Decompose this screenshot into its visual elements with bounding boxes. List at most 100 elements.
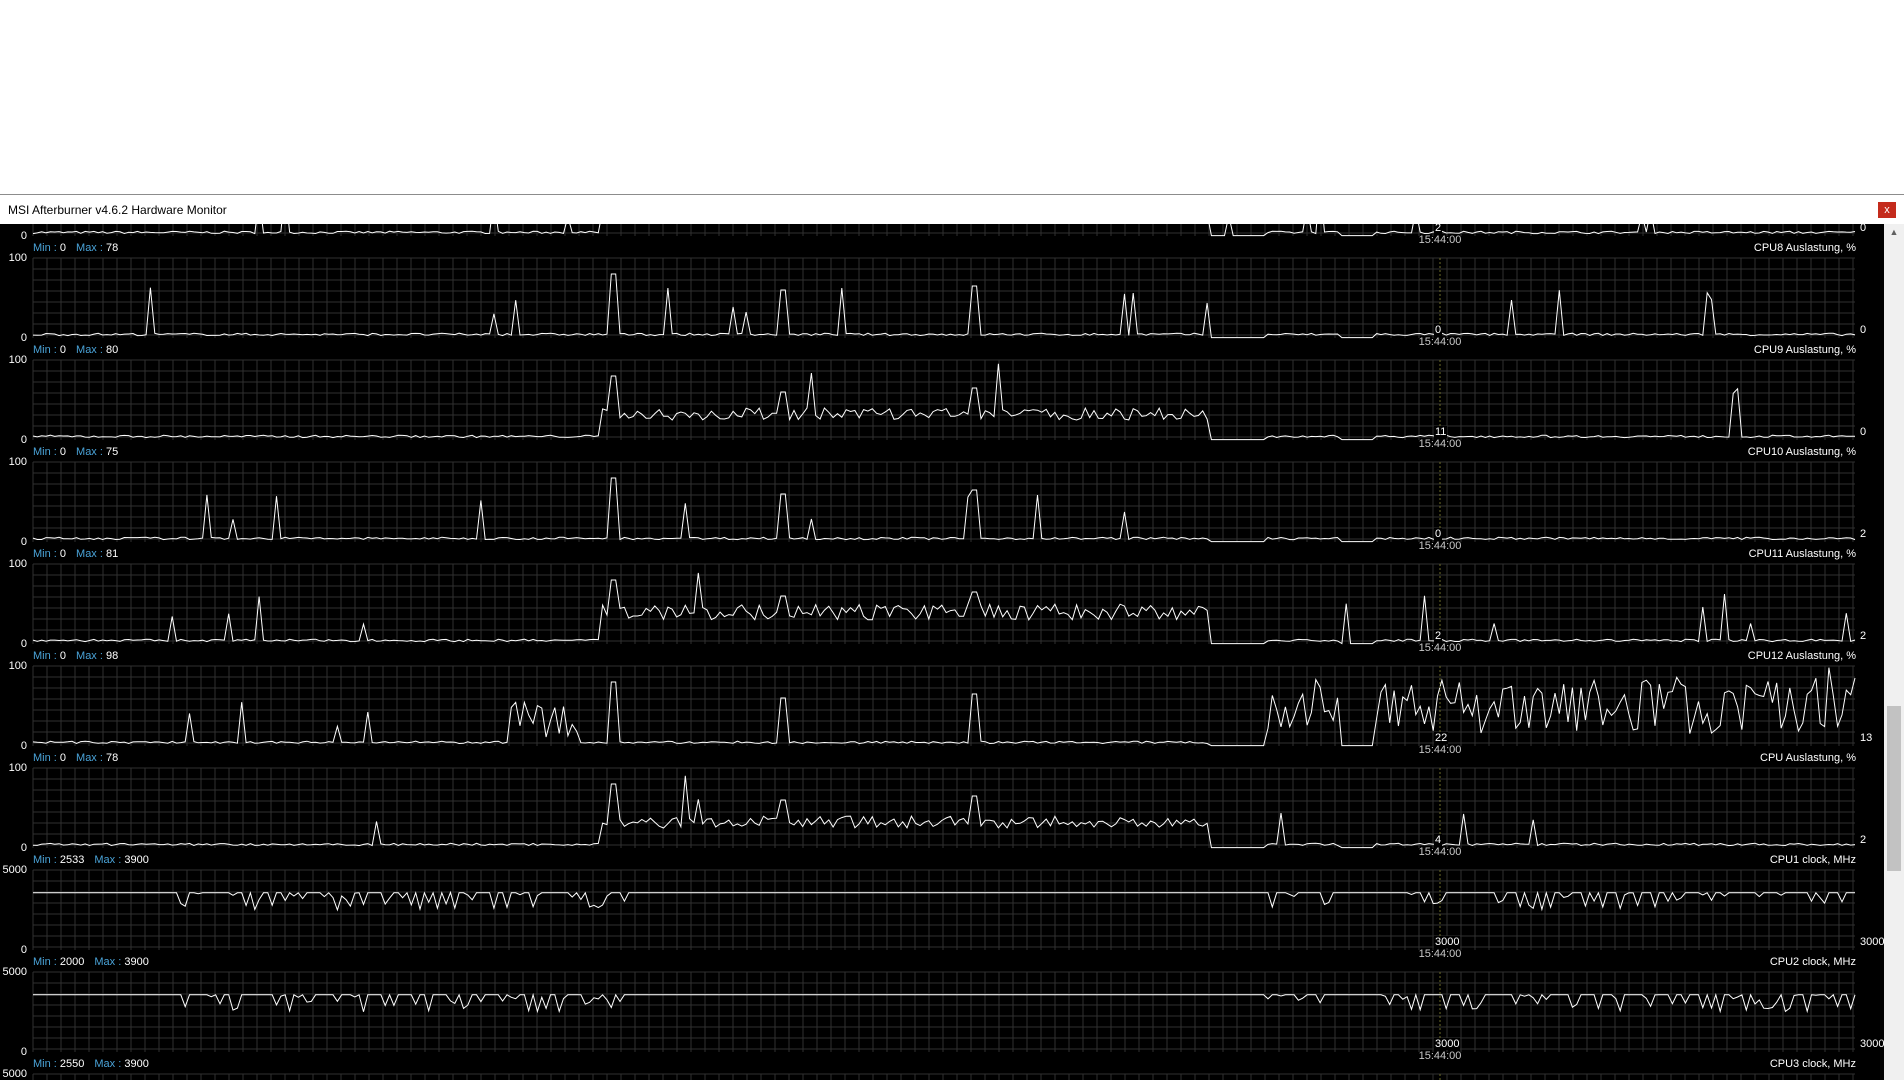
min-max-label: Min : 0 Max : 78: [33, 752, 118, 764]
graph-name: CPU Auslastung, %: [1760, 752, 1856, 764]
max-key: Max :: [94, 956, 125, 968]
current-value: 2: [1860, 834, 1867, 846]
hardware-monitor-window: MSI Afterburner v4.6.2 Hardware Monitor …: [0, 194, 1904, 1080]
cursor-value: 2: [1434, 224, 1443, 234]
axis-min-label: 0: [20, 842, 27, 854]
axis-min-label: 0: [20, 434, 27, 446]
axis-min-label: 0: [20, 1046, 27, 1058]
graph-area[interactable]: 0 0 2 15:44:00 CPU8 Auslastung, % Min : 0 Max …: [0, 224, 1884, 1080]
min-key: Min :: [33, 548, 60, 560]
current-value: 13: [1860, 732, 1873, 744]
time-label: 15:44:00: [1418, 540, 1462, 552]
max-value: 3900: [124, 1058, 149, 1070]
min-value: 0: [59, 548, 67, 560]
current-value: 2: [1860, 528, 1867, 540]
time-label: 15:44:00: [1418, 948, 1462, 960]
current-value: 3000: [1860, 1038, 1884, 1050]
min-value: 0: [59, 344, 67, 356]
axis-max-label: 100: [8, 456, 27, 468]
max-key: Max :: [76, 548, 106, 560]
max-value: 3900: [124, 854, 149, 866]
graph-name: CPU2 clock, MHz: [1769, 956, 1856, 968]
min-max-label: Min : 0 Max : 78: [33, 242, 118, 254]
axis-max-label: 5000: [2, 966, 27, 978]
max-value: 75: [105, 446, 119, 458]
axis-max-label: 100: [8, 252, 27, 264]
time-label: 15:44:00: [1418, 336, 1462, 348]
min-key: Min :: [33, 344, 60, 356]
axis-max-label: 100: [8, 354, 27, 366]
max-key: Max :: [76, 650, 106, 662]
max-key: Max :: [76, 752, 106, 764]
min-value: 0: [59, 242, 67, 254]
min-value: 0: [59, 446, 67, 458]
min-max-label: Min : 2550 Max : 3900: [33, 1058, 149, 1070]
time-label: 15:44:00: [1418, 1050, 1462, 1062]
current-value: 2: [1860, 630, 1867, 642]
title-bar[interactable]: MSI Afterburner v4.6.2 Hardware Monitor …: [0, 194, 1904, 224]
cursor-value: 0: [1434, 528, 1443, 540]
axis-min-label: 0: [20, 536, 27, 548]
series-line: [33, 992, 1856, 1014]
time-label: 15:44:00: [1418, 642, 1462, 654]
min-value: 0: [59, 752, 67, 764]
min-key: Min :: [33, 650, 60, 662]
graph-name: CPU10 Auslastung, %: [1747, 446, 1856, 458]
cursor-value: 2: [1434, 630, 1443, 642]
max-value: 78: [105, 242, 119, 254]
min-key: Min :: [33, 446, 60, 458]
graph-name: CPU12 Auslastung, %: [1747, 650, 1856, 662]
series-line: [32, 273, 1856, 339]
axis-min-label: 0: [20, 944, 27, 956]
cursor-value: 3000: [1434, 936, 1461, 948]
axis-max-label: 5000: [2, 864, 27, 876]
window-title: MSI Afterburner v4.6.2 Hardware Monitor: [8, 203, 227, 217]
min-key: Min :: [33, 854, 60, 866]
series-line: [33, 890, 1855, 912]
min-max-label: Min : 2533 Max : 3900: [33, 854, 149, 866]
scroll-thumb[interactable]: [1887, 706, 1901, 871]
graph-name: CPU8 Auslastung, %: [1753, 242, 1856, 254]
max-key: Max :: [76, 344, 106, 356]
min-value: 2550: [59, 1058, 85, 1070]
series-line: [32, 667, 1856, 747]
time-label: 15:44:00: [1418, 438, 1462, 450]
min-key: Min :: [33, 1058, 60, 1070]
current-value: 0: [1860, 426, 1867, 438]
min-value: 2000: [59, 956, 85, 968]
min-max-label: Min : 0 Max : 75: [33, 446, 118, 458]
min-max-label: Min : 0 Max : 81: [33, 548, 118, 560]
max-value: 98: [105, 650, 119, 662]
series-line: [32, 224, 1856, 237]
axis-max-label: 100: [8, 762, 27, 774]
max-key: Max :: [94, 1058, 125, 1070]
scroll-up-icon[interactable]: ▲: [1884, 224, 1904, 241]
graph-name: CPU9 Auslastung, %: [1753, 344, 1856, 356]
min-value: 2533: [59, 854, 85, 866]
axis-max-label: 100: [8, 558, 27, 570]
axis-min-label: 0: [20, 332, 27, 344]
current-value: 3000: [1860, 936, 1884, 948]
min-max-label: Min : 0 Max : 98: [33, 650, 118, 662]
min-key: Min :: [33, 956, 60, 968]
axis-min-label: 0: [20, 230, 27, 242]
max-value: 78: [105, 752, 119, 764]
cursor-value: 0: [1434, 324, 1443, 336]
max-key: Max :: [76, 242, 106, 254]
cursor-value: 4: [1434, 834, 1443, 846]
cursor-value: 3000: [1434, 1038, 1461, 1050]
current-value: 0: [1860, 324, 1867, 336]
close-button[interactable]: x: [1878, 202, 1896, 218]
time-label: 15:44:00: [1418, 744, 1462, 756]
graph-name: CPU3 clock, MHz: [1769, 1058, 1856, 1070]
time-label: 15:44:00: [1418, 846, 1462, 858]
axis-max-label: 100: [8, 660, 27, 672]
axis-min-label: 0: [20, 740, 27, 752]
min-key: Min :: [33, 752, 60, 764]
min-key: Min :: [33, 242, 60, 254]
axis-min-label: 0: [20, 638, 27, 650]
min-value: 0: [59, 650, 67, 662]
max-value: 80: [105, 344, 119, 356]
vertical-scrollbar[interactable]: ▲: [1884, 224, 1904, 1080]
min-max-label: Min : 0 Max : 80: [33, 344, 118, 356]
